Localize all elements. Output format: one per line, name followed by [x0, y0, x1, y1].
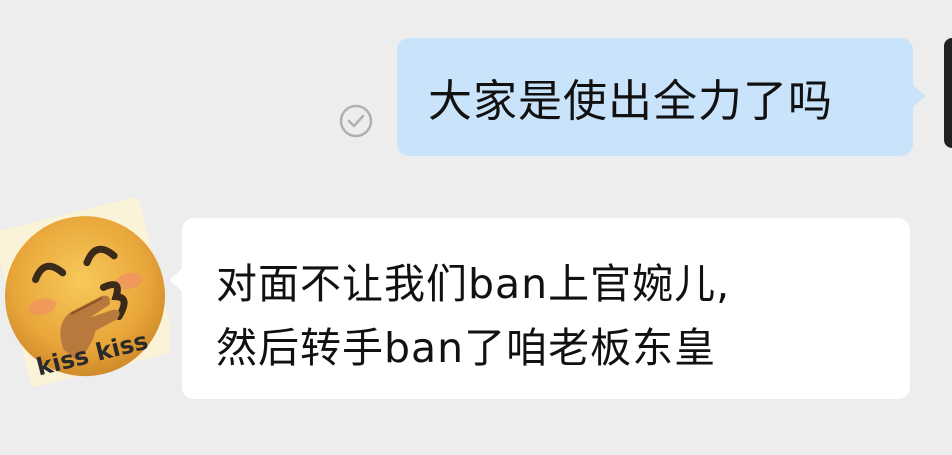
sent-message-text: 大家是使出全力了吗: [428, 76, 833, 127]
received-message-bubble[interactable]: 对面不让我们ban上官婉儿, 然后转手ban了咱老板东皇: [169, 218, 910, 399]
read-status-check-icon: [339, 104, 373, 138]
my-avatar[interactable]: [944, 38, 952, 148]
kiss-emoji-avatar-icon[interactable]: kiss kiss: [0, 192, 170, 392]
received-message-line-2: 然后转手ban了咱老板东皇: [216, 324, 717, 372]
sent-message-bubble[interactable]: 大家是使出全力了吗: [397, 38, 926, 156]
received-message-line-1: 对面不让我们ban上官婉儿,: [216, 260, 731, 308]
